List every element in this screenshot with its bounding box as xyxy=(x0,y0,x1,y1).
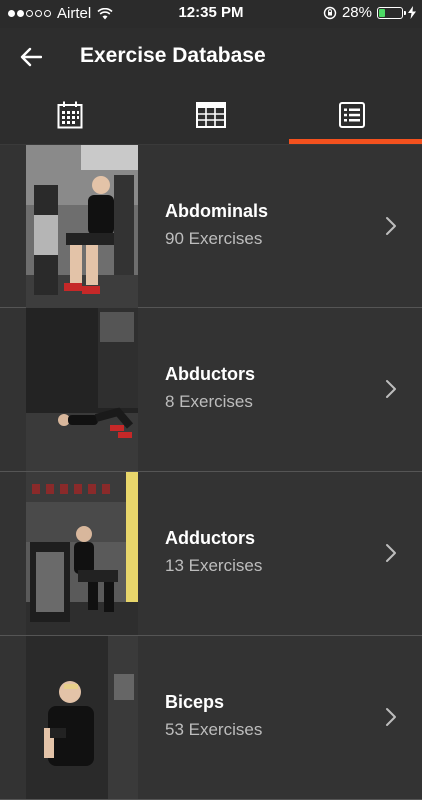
list-item-abdominals[interactable]: Abdominals 90 Exercises xyxy=(0,144,422,308)
chevron-right-icon xyxy=(386,544,396,562)
arrow-left-icon xyxy=(20,47,42,67)
charging-bolt-icon xyxy=(408,6,416,19)
status-right: 28% xyxy=(323,4,416,21)
tab-calendar[interactable] xyxy=(0,86,141,144)
thumbnail-image xyxy=(26,145,138,308)
thumbnail-image xyxy=(26,636,138,799)
tab-list[interactable] xyxy=(281,86,422,144)
item-title: Biceps xyxy=(165,692,225,712)
thumbnail-image xyxy=(26,308,138,471)
table-icon xyxy=(196,102,226,128)
page-title: Exercise Database xyxy=(80,44,266,67)
list-item-adductors[interactable]: Adductors 13 Exercises xyxy=(0,472,422,636)
list-item-abductors[interactable]: Abductors 8 Exercises xyxy=(0,308,422,472)
app-header: Exercise Database xyxy=(0,28,422,86)
calendar-icon xyxy=(57,101,83,129)
muscle-group-list: Abdominals 90 Exercises Abductors 8 Exer… xyxy=(0,144,422,800)
item-exercise-count: 90 Exercises xyxy=(165,229,263,248)
item-exercise-count: 53 Exercises xyxy=(165,720,263,739)
item-exercise-count: 8 Exercises xyxy=(165,392,253,411)
status-bar: Airtel 12:35 PM 28% xyxy=(0,0,422,28)
battery-percent: 28% xyxy=(341,4,372,21)
tab-bar xyxy=(0,86,422,144)
chevron-right-icon xyxy=(386,380,396,398)
orientation-lock-icon xyxy=(323,6,337,19)
thumbnail-image xyxy=(26,472,138,635)
chevron-right-icon xyxy=(386,217,396,235)
item-exercise-count: 13 Exercises xyxy=(165,556,263,575)
tab-table[interactable] xyxy=(141,86,282,144)
battery-icon xyxy=(377,6,406,19)
item-title: Abductors xyxy=(165,364,255,384)
list-icon xyxy=(338,102,365,128)
item-title: Adductors xyxy=(165,528,255,548)
list-item-biceps[interactable]: Biceps 53 Exercises xyxy=(0,636,422,800)
item-title: Abdominals xyxy=(165,201,269,221)
chevron-right-icon xyxy=(386,708,396,726)
back-button[interactable] xyxy=(20,42,60,72)
